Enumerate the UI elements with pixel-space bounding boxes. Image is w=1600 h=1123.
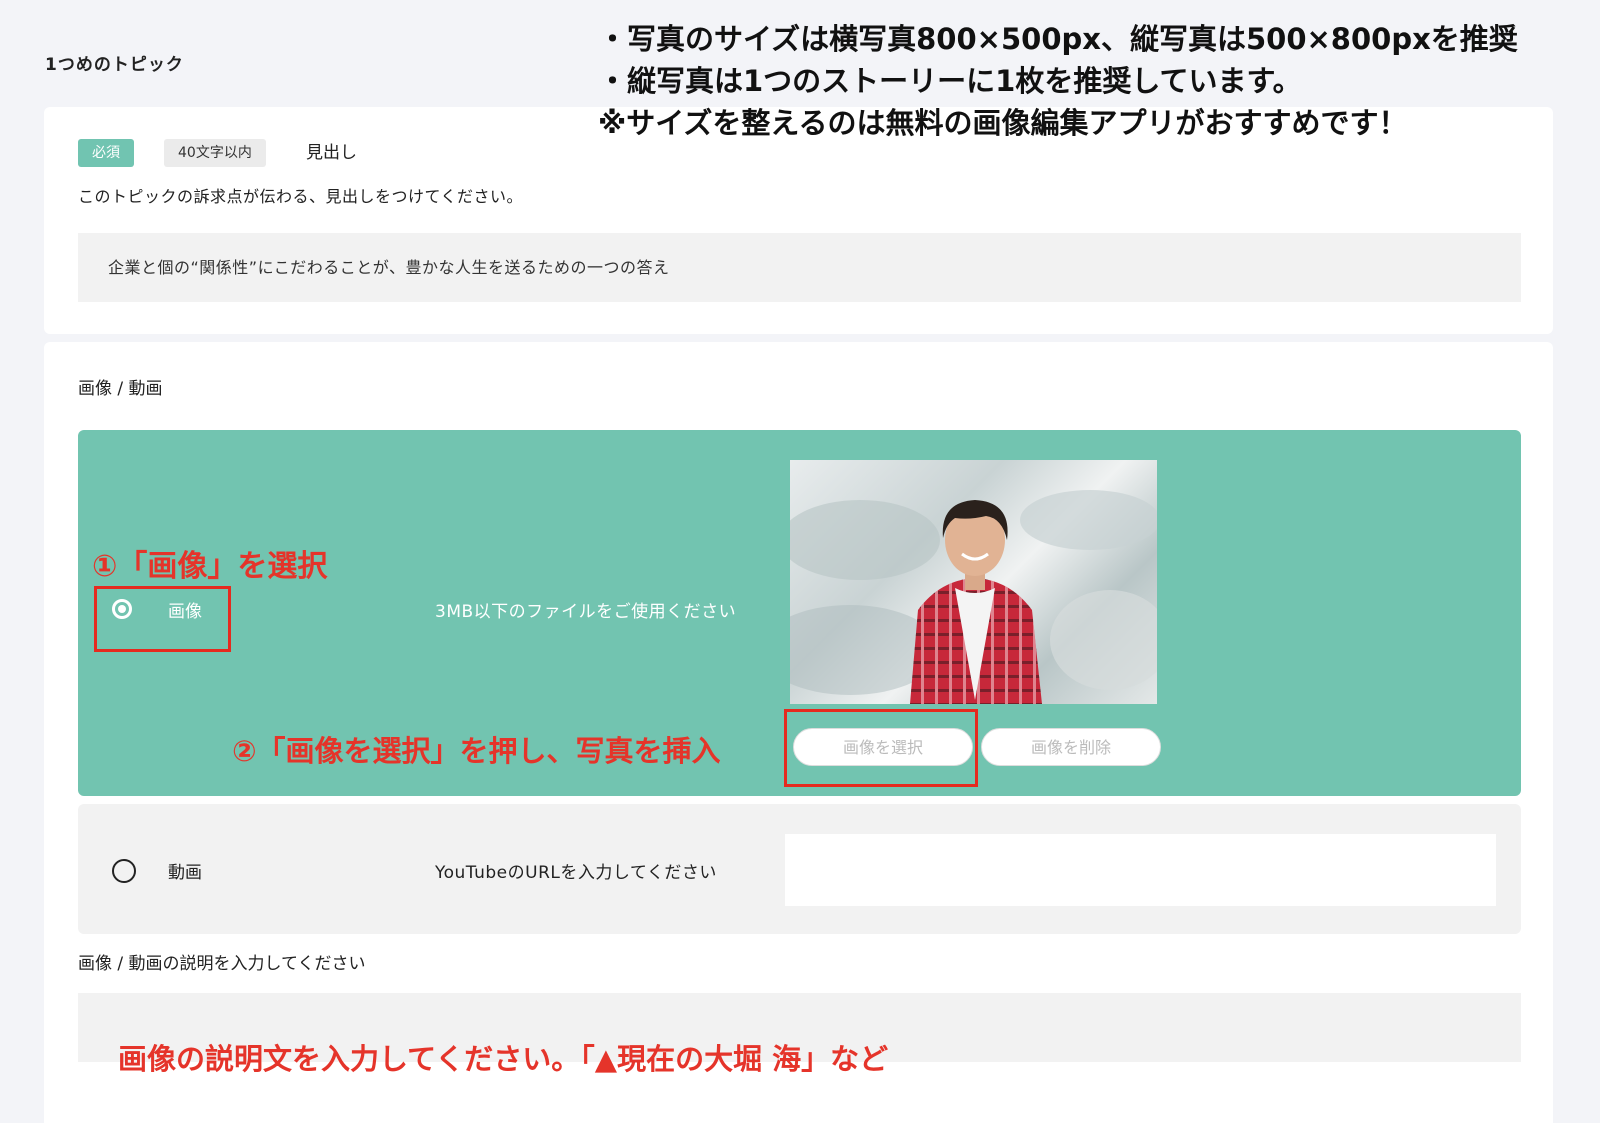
video-radio-label[interactable]: 動画 bbox=[168, 858, 202, 883]
topic-title: 1つめのトピック bbox=[45, 55, 184, 75]
video-radio[interactable] bbox=[112, 859, 136, 883]
image-preview bbox=[790, 460, 1157, 704]
note-line: ・縦写真は1つのストーリーに1枚を推奨しています。 bbox=[598, 64, 1302, 98]
heading-input[interactable]: 企業と個の“関係性”にこだわることが、豊かな人生を送るための一つの答え bbox=[78, 233, 1521, 302]
youtube-url-hint: YouTubeのURLを入力してください bbox=[435, 863, 717, 883]
annotation-step2: ②「画像を選択」を押し、写真を挿入 bbox=[232, 734, 721, 768]
size-notes: ・写真のサイズは横写真800×500px、縦写真は500×800pxを推奨 ・縦… bbox=[598, 18, 1518, 144]
youtube-url-input[interactable] bbox=[785, 834, 1496, 906]
heading-label: 見出し bbox=[306, 143, 357, 163]
video-option-panel[interactable]: 動画 YouTubeのURLを入力してください bbox=[78, 804, 1521, 934]
caption-label: 画像 / 動画の説明を入力してください bbox=[78, 954, 366, 974]
heading-description: このトピックの訴求点が伝わる、見出しをつけてください。 bbox=[78, 187, 524, 206]
portrait-photo bbox=[790, 490, 1157, 704]
media-section-label: 画像 / 動画 bbox=[78, 379, 163, 399]
delete-image-button[interactable]: 画像を削除 bbox=[981, 728, 1161, 766]
note-line: ・写真のサイズは横写真800×500px、縦写真は500×800pxを推奨 bbox=[598, 22, 1518, 56]
image-size-hint: 3MB以下のファイルをご使用ください bbox=[435, 602, 737, 622]
annotation-box-select bbox=[784, 709, 978, 787]
note-line: ※サイズを整えるのは無料の画像編集アプリがおすすめです！ bbox=[598, 106, 1408, 140]
length-badge: 40文字以内 bbox=[164, 139, 266, 167]
annotation-box-radio bbox=[94, 586, 231, 652]
annotation-step3: 画像の説明文を入力してください。「▲現在の大堀 海」など bbox=[118, 1042, 889, 1076]
annotation-step1: ①「画像」を選択 bbox=[92, 549, 328, 584]
required-badge: 必須 bbox=[78, 139, 134, 167]
